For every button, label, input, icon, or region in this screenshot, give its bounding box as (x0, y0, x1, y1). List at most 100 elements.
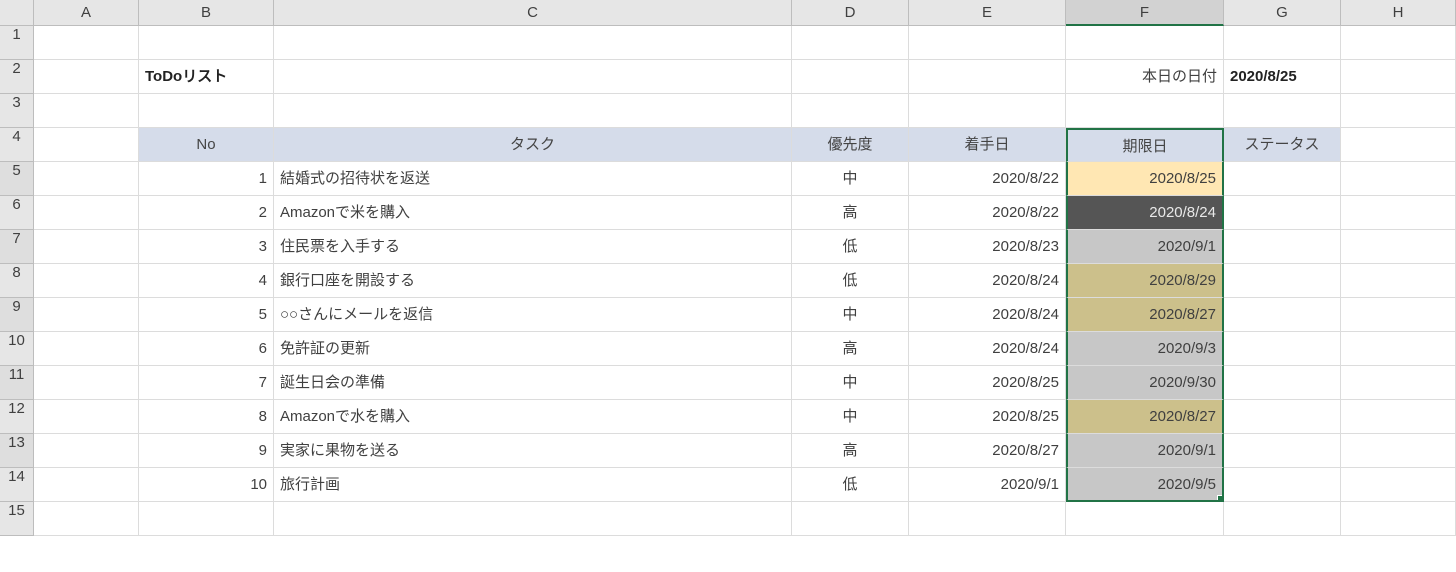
cell-due-12[interactable]: 2020/8/27 (1066, 400, 1224, 434)
cell-task-12[interactable]: Amazonで水を購入 (274, 400, 792, 434)
cell-status-12[interactable] (1224, 400, 1341, 434)
cell-priority-9[interactable]: 中 (792, 298, 909, 332)
cell-status-6[interactable] (1224, 196, 1341, 230)
cell-a4[interactable] (34, 128, 139, 162)
row-header-3[interactable]: 3 (0, 94, 34, 128)
cell-start-9[interactable]: 2020/8/24 (909, 298, 1066, 332)
row-header-11[interactable]: 11 (0, 366, 34, 400)
cell-no-10[interactable]: 6 (139, 332, 274, 366)
cell-a7[interactable] (34, 230, 139, 264)
cell-h5[interactable] (1341, 162, 1456, 196)
cell-due-8[interactable]: 2020/8/29 (1066, 264, 1224, 298)
cell-a8[interactable] (34, 264, 139, 298)
cell-h6[interactable] (1341, 196, 1456, 230)
row-header-14[interactable]: 14 (0, 468, 34, 502)
row-header-12[interactable]: 12 (0, 400, 34, 434)
cell-h11[interactable] (1341, 366, 1456, 400)
cell[interactable] (1224, 502, 1341, 536)
cell-due-14[interactable]: 2020/9/5 (1066, 468, 1224, 502)
cell-due-5[interactable]: 2020/8/25 (1066, 162, 1224, 196)
cell-no-5[interactable]: 1 (139, 162, 274, 196)
cell[interactable] (1224, 26, 1341, 60)
cell-no-8[interactable]: 4 (139, 264, 274, 298)
cell-priority-11[interactable]: 中 (792, 366, 909, 400)
cell-due-10[interactable]: 2020/9/3 (1066, 332, 1224, 366)
cell-start-14[interactable]: 2020/9/1 (909, 468, 1066, 502)
cell[interactable] (909, 94, 1066, 128)
row-header-7[interactable]: 7 (0, 230, 34, 264)
cell-h13[interactable] (1341, 434, 1456, 468)
cell-start-8[interactable]: 2020/8/24 (909, 264, 1066, 298)
col-header-F[interactable]: F (1066, 0, 1224, 26)
cell-a9[interactable] (34, 298, 139, 332)
cell[interactable] (792, 94, 909, 128)
cell-a13[interactable] (34, 434, 139, 468)
row-header-2[interactable]: 2 (0, 60, 34, 94)
cell-a14[interactable] (34, 468, 139, 502)
cell-start-11[interactable]: 2020/8/25 (909, 366, 1066, 400)
cell-h8[interactable] (1341, 264, 1456, 298)
cell[interactable] (1066, 502, 1224, 536)
cell[interactable] (1066, 26, 1224, 60)
cell-no-13[interactable]: 9 (139, 434, 274, 468)
cell-no-9[interactable]: 5 (139, 298, 274, 332)
th-status[interactable]: ステータス (1224, 128, 1341, 162)
cell-status-5[interactable] (1224, 162, 1341, 196)
cell-due-9[interactable]: 2020/8/27 (1066, 298, 1224, 332)
cell[interactable] (34, 94, 139, 128)
row-header-1[interactable]: 1 (0, 26, 34, 60)
col-header-C[interactable]: C (274, 0, 792, 26)
cell-status-7[interactable] (1224, 230, 1341, 264)
cell-h2[interactable] (1341, 60, 1456, 94)
col-header-B[interactable]: B (139, 0, 274, 26)
cell-c2[interactable] (274, 60, 792, 94)
cell-h9[interactable] (1341, 298, 1456, 332)
cell-a12[interactable] (34, 400, 139, 434)
th-priority[interactable]: 優先度 (792, 128, 909, 162)
cell-status-13[interactable] (1224, 434, 1341, 468)
cell-task-9[interactable]: ○○さんにメールを返信 (274, 298, 792, 332)
cell[interactable] (1224, 94, 1341, 128)
cell-status-10[interactable] (1224, 332, 1341, 366)
cell[interactable] (139, 502, 274, 536)
th-no[interactable]: No (139, 128, 274, 162)
cell-no-7[interactable]: 3 (139, 230, 274, 264)
cell-priority-14[interactable]: 低 (792, 468, 909, 502)
th-due[interactable]: 期限日 (1066, 128, 1224, 162)
cell[interactable] (274, 502, 792, 536)
cell[interactable] (139, 26, 274, 60)
cell-due-6[interactable]: 2020/8/24 (1066, 196, 1224, 230)
row-header-8[interactable]: 8 (0, 264, 34, 298)
cell-h7[interactable] (1341, 230, 1456, 264)
cell-no-6[interactable]: 2 (139, 196, 274, 230)
cell-status-9[interactable] (1224, 298, 1341, 332)
today-value[interactable]: 2020/8/25 (1224, 60, 1341, 94)
cell-a11[interactable] (34, 366, 139, 400)
row-header-4[interactable]: 4 (0, 128, 34, 162)
cell[interactable] (909, 26, 1066, 60)
cell[interactable] (34, 502, 139, 536)
cell[interactable] (792, 502, 909, 536)
row-header-10[interactable]: 10 (0, 332, 34, 366)
cell-task-10[interactable]: 免許証の更新 (274, 332, 792, 366)
cell-start-10[interactable]: 2020/8/24 (909, 332, 1066, 366)
cell-h4[interactable] (1341, 128, 1456, 162)
row-header-15[interactable]: 15 (0, 502, 34, 536)
cell-priority-12[interactable]: 中 (792, 400, 909, 434)
cell[interactable] (909, 502, 1066, 536)
today-label[interactable]: 本日の日付 (1066, 60, 1224, 94)
cell-start-12[interactable]: 2020/8/25 (909, 400, 1066, 434)
cell-task-7[interactable]: 住民票を入手する (274, 230, 792, 264)
cell[interactable] (139, 94, 274, 128)
cell-no-14[interactable]: 10 (139, 468, 274, 502)
col-header-D[interactable]: D (792, 0, 909, 26)
cell-d2[interactable] (792, 60, 909, 94)
cell-h14[interactable] (1341, 468, 1456, 502)
row-header-5[interactable]: 5 (0, 162, 34, 196)
cell[interactable] (1066, 94, 1224, 128)
cell-title[interactable]: ToDoリスト (139, 60, 274, 94)
cell-priority-8[interactable]: 低 (792, 264, 909, 298)
cell-priority-7[interactable]: 低 (792, 230, 909, 264)
cell-task-14[interactable]: 旅行計画 (274, 468, 792, 502)
cell-status-11[interactable] (1224, 366, 1341, 400)
